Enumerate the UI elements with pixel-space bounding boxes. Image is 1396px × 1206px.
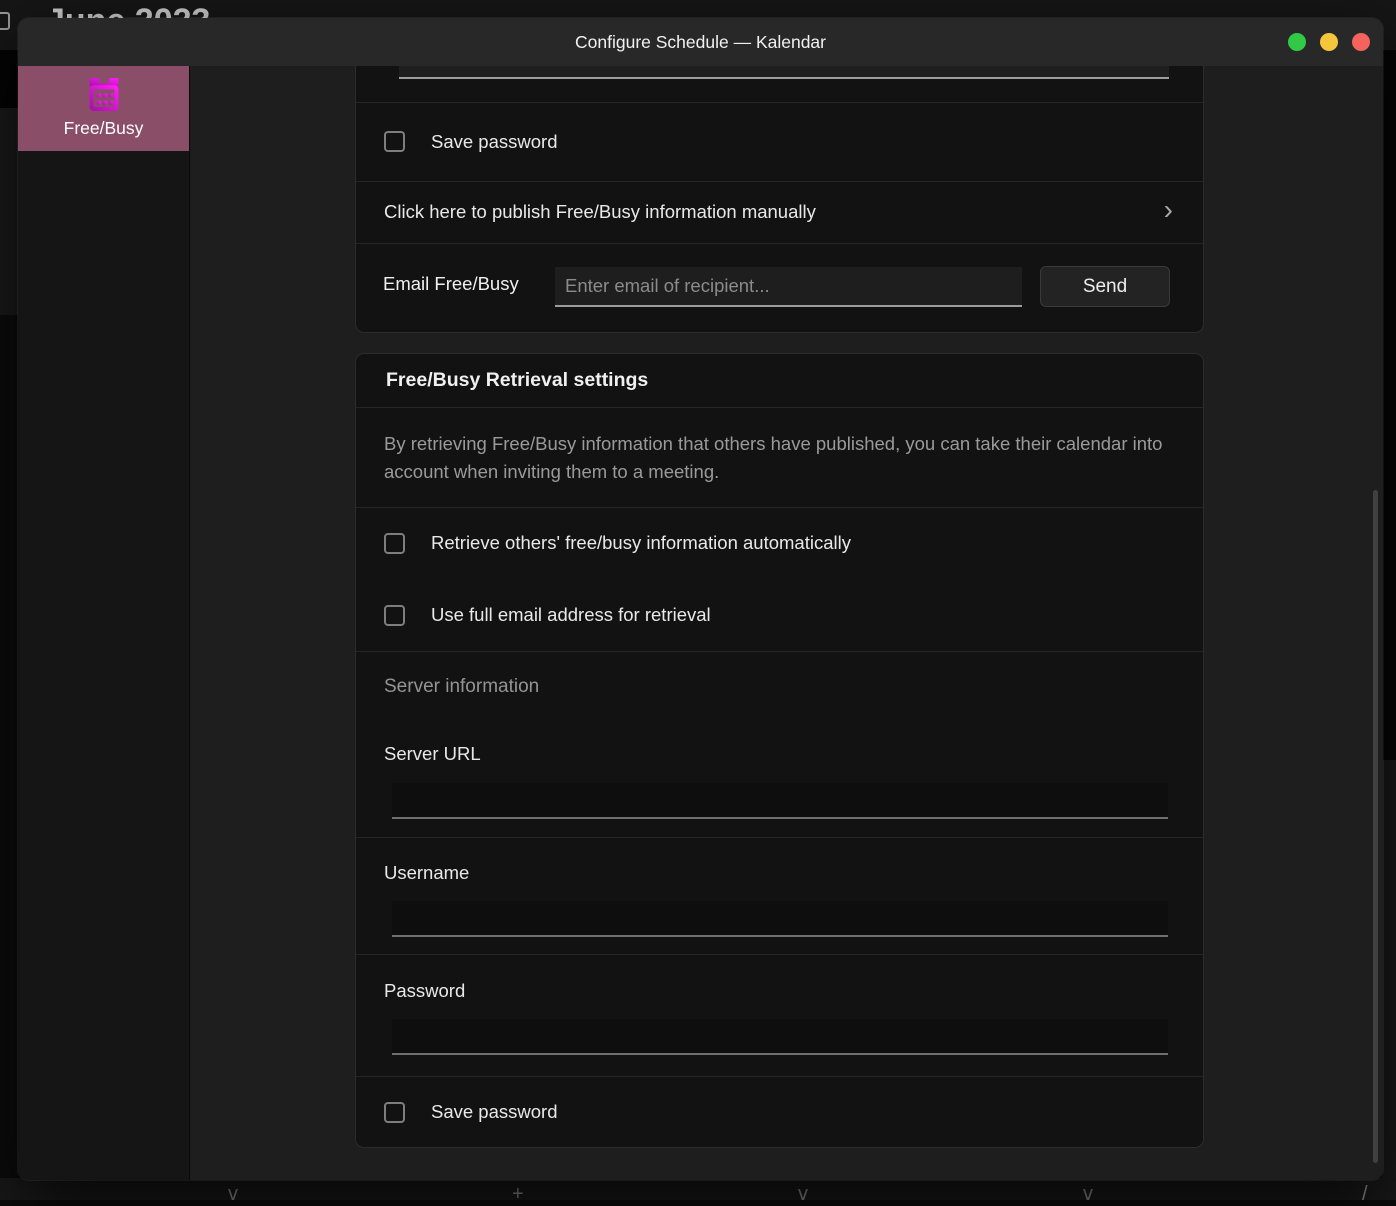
chevron-right-icon: › [1164, 196, 1173, 224]
email-freebusy-row: Email Free/Busy Send [356, 243, 1203, 332]
save-password-checkbox[interactable] [384, 131, 405, 152]
server-url-input[interactable] [392, 783, 1168, 819]
username-input[interactable] [392, 901, 1168, 937]
retrieve-auto-label: Retrieve others' free/busy information a… [431, 532, 851, 554]
save-password-label: Save password [431, 131, 557, 153]
save-password-row[interactable]: Save password [356, 102, 1203, 181]
minimize-traffic-light[interactable] [1320, 33, 1338, 51]
dialog-title: Configure Schedule — Kalendar [575, 32, 826, 53]
background-panel-dark [0, 50, 18, 108]
background-panel-mid [0, 108, 18, 315]
maximize-traffic-light[interactable] [1288, 33, 1306, 51]
send-button[interactable]: Send [1040, 266, 1170, 307]
dialog-titlebar[interactable]: Configure Schedule — Kalendar [18, 18, 1383, 66]
background-panel-right-mid [1382, 760, 1396, 1200]
divider [356, 954, 1203, 955]
configure-schedule-dialog: Configure Schedule — Kalendar [18, 18, 1383, 1180]
close-traffic-light[interactable] [1352, 33, 1370, 51]
background-bottom-strip [0, 1178, 1396, 1200]
username-label: Username [384, 862, 469, 884]
server-url-label: Server URL [384, 743, 481, 765]
background-glyph: + [512, 1183, 524, 1206]
retrieve-auto-checkbox[interactable] [384, 533, 405, 554]
publish-manually-label: Click here to publish Free/Busy informat… [384, 201, 816, 223]
vertical-scrollbar[interactable] [1373, 490, 1378, 1163]
password-input[interactable] [392, 1019, 1168, 1055]
save-password-retrieval-label: Save password [431, 1101, 557, 1123]
sidebar-item-freebusy[interactable]: Free/Busy [18, 66, 189, 151]
background-glyph: v [798, 1183, 808, 1206]
calendar-icon [85, 78, 123, 111]
settings-scroll-area[interactable]: Save password Click here to publish Free… [191, 66, 1383, 1180]
sidebar-toggle-icon [0, 12, 10, 30]
window-controls [1288, 18, 1370, 66]
dialog-body: Free/Busy Save password Click here to pu… [18, 66, 1383, 1180]
background-glyph: v [228, 1183, 238, 1206]
save-password-retrieval-checkbox[interactable] [384, 1102, 405, 1123]
full-email-label: Use full email address for retrieval [431, 604, 711, 626]
retrieval-section-title: Free/Busy Retrieval settings [356, 354, 1203, 407]
sidebar-item-label: Free/Busy [64, 118, 144, 139]
publish-password-input-partial[interactable] [399, 66, 1169, 79]
retrieval-section-card: Free/Busy Retrieval settings By retrievi… [355, 353, 1204, 1148]
sidebar: Free/Busy [18, 66, 190, 1180]
background-glyph: / [1362, 1183, 1368, 1206]
publish-manually-button[interactable]: Click here to publish Free/Busy informat… [356, 181, 1203, 243]
publish-section-card: Save password Click here to publish Free… [355, 66, 1204, 333]
retrieval-description: By retrieving Free/Busy information that… [384, 430, 1168, 486]
email-recipient-input[interactable] [555, 267, 1022, 307]
full-email-checkbox[interactable] [384, 605, 405, 626]
background-glyph: v [1083, 1183, 1093, 1206]
background-panel-right-dark [1382, 50, 1396, 760]
server-information-heading: Server information [356, 651, 1203, 723]
retrieve-auto-row[interactable]: Retrieve others' free/busy information a… [356, 507, 1203, 579]
email-freebusy-label: Email Free/Busy [383, 273, 519, 295]
full-email-row[interactable]: Use full email address for retrieval [356, 579, 1203, 651]
divider [356, 837, 1203, 838]
save-password-row-retrieval[interactable]: Save password [356, 1076, 1203, 1148]
password-label: Password [384, 980, 465, 1002]
divider [356, 407, 1203, 408]
